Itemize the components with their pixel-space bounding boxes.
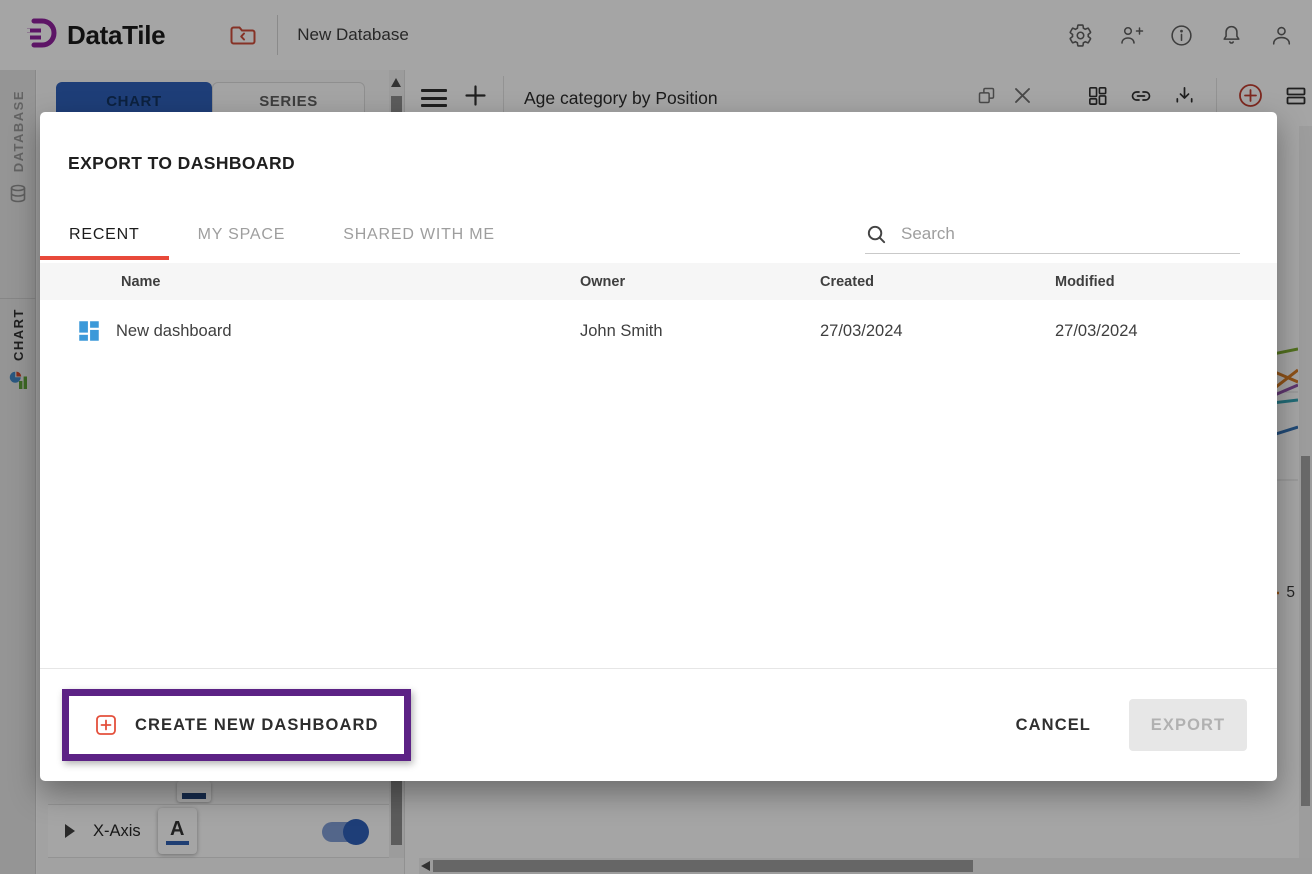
tab-shared-with-me[interactable]: SHARED WITH ME [314,212,524,260]
dialog-footer: CREATE NEW DASHBOARD CANCEL EXPORT [40,668,1277,781]
dashboard-owner: John Smith [575,322,815,341]
create-new-dashboard-button[interactable]: CREATE NEW DASHBOARD [69,696,404,754]
dashboard-created: 27/03/2024 [815,322,1050,341]
table-row[interactable]: New dashboard John Smith 27/03/2024 27/0… [40,300,1277,362]
column-created: Created [815,274,1050,290]
dashboard-tile-icon [76,318,102,344]
export-to-dashboard-dialog: EXPORT TO DASHBOARD RECENT MY SPACE SHAR… [40,112,1277,781]
search-input[interactable] [901,224,1240,244]
column-name: Name [40,274,575,290]
search-icon [865,223,888,246]
tab-my-space[interactable]: MY SPACE [169,212,315,260]
column-owner: Owner [575,274,815,290]
app-window: DataTile New Database [0,0,1312,874]
column-modified: Modified [1050,274,1277,290]
dashboard-name: New dashboard [116,322,232,341]
dashboard-modified: 27/03/2024 [1050,322,1277,341]
dialog-title: EXPORT TO DASHBOARD [68,153,295,174]
add-square-icon [94,713,118,737]
tab-recent[interactable]: RECENT [40,212,169,260]
cancel-button[interactable]: CANCEL [1016,716,1091,735]
annotation-highlight-box: CREATE NEW DASHBOARD [62,689,411,761]
dashboard-table-header: Name Owner Created Modified [40,263,1277,300]
export-button[interactable]: EXPORT [1129,699,1247,751]
dashboard-search [865,215,1240,254]
dialog-tabs: RECENT MY SPACE SHARED WITH ME [40,212,524,260]
